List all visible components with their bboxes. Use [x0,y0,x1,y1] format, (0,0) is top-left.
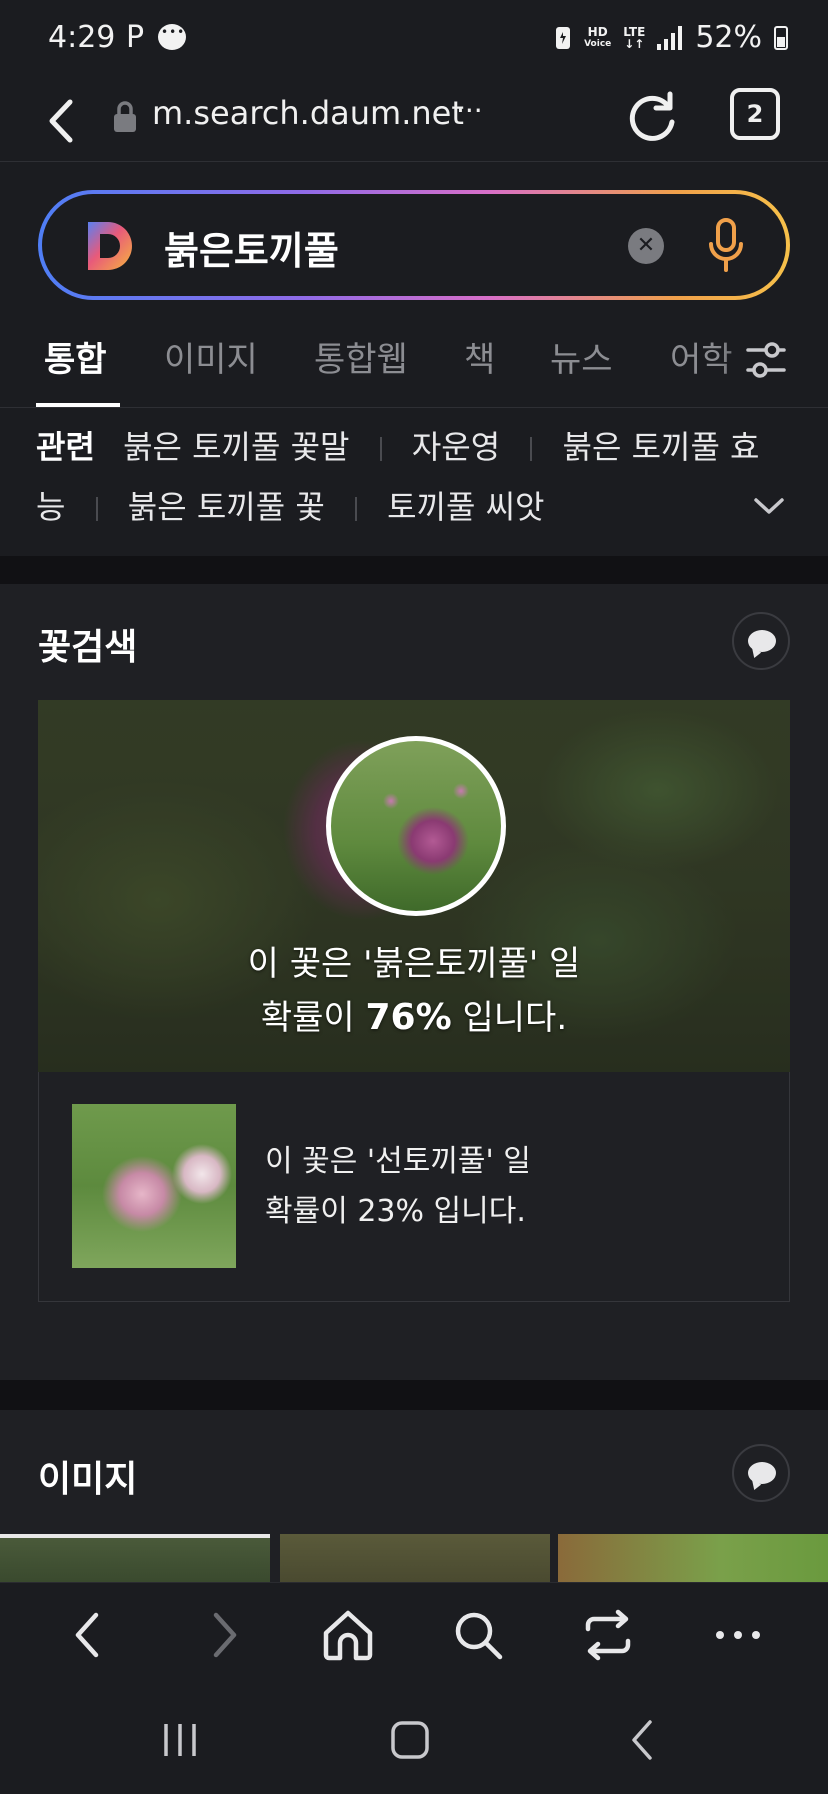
flower-search-card: 꽃검색 이 꽃은 '붉은토끼풀' 일 확률이 76% 입니다. 이 꽃은 '선토… [0,584,828,1380]
feedback-bubble-icon[interactable] [732,612,790,670]
battery-percent: 52% [695,20,762,55]
image-thumbnail[interactable] [0,1534,270,1582]
tab-integrated[interactable]: 통합 [44,332,107,381]
tab-books[interactable]: 책 [464,332,495,381]
related-item[interactable]: 붉은 토끼풀 꽃말 [123,428,349,466]
image-thumbnail[interactable] [280,1534,550,1582]
status-right: HD Voice LTE ↓↑ 52% [554,20,788,55]
system-home-icon[interactable] [386,1716,434,1764]
lte-indicator: LTE ↓↑ [623,24,646,51]
active-tab-underline [36,403,120,407]
image-thumbnail[interactable] [558,1534,828,1582]
search-box[interactable]: 붉은토끼풀 ✕ [38,190,790,300]
chat-notification-icon [158,24,186,50]
tab-count-button[interactable]: 2 [730,88,780,140]
system-back-icon[interactable] [620,1716,668,1764]
battery-icon [774,25,788,50]
hd-voice-indicator: HD Voice [584,24,612,49]
sync-icon [556,26,571,49]
alternate-line-1: 이 꽃은 '선토끼풀' 일 [265,1144,531,1179]
lock-icon [114,101,136,132]
tab-web[interactable]: 통합웹 [314,332,408,381]
filter-settings-icon[interactable] [744,338,788,382]
search-input[interactable]: 붉은토끼풀 [164,220,339,275]
flower-result-image[interactable]: 이 꽃은 '붉은토끼풀' 일 확률이 76% 입니다. [38,700,790,1072]
url-more[interactable]: ··· [456,94,483,127]
alternate-line-2: 확률이 23% 입니다. [265,1194,526,1229]
section-title: 꽃검색 [38,627,138,668]
feedback-bubble-icon[interactable] [732,1444,790,1502]
status-bar: 4:29 P HDVoice LTE↓↑ 52% [0,0,828,80]
result-line-1: 이 꽃은 '붉은토끼풀' 일 [247,944,581,984]
status-time: 4:29 [48,20,116,55]
recent-apps-icon[interactable] [156,1716,204,1764]
related-item[interactable]: 토끼풀 씨앗 [387,488,544,526]
tab-images[interactable]: 이미지 [164,332,258,381]
probability-value: 76% [365,997,452,1038]
flower-photo-circle [326,736,506,916]
browser-url-bar: m.search.daum.net ··· 2 [0,80,828,162]
related-label: 관련 [36,428,95,466]
chevron-down-icon[interactable] [752,494,786,518]
more-menu-icon[interactable] [710,1607,766,1663]
result-line-2: 확률이 76% 입니다. [260,997,568,1038]
url-text[interactable]: m.search.daum.net [152,94,464,132]
reload-icon[interactable] [626,90,678,146]
search-icon[interactable] [450,1607,506,1663]
tab-news[interactable]: 뉴스 [550,332,613,381]
images-section: 이미지 [0,1410,828,1582]
microphone-icon[interactable] [708,218,744,274]
related-item[interactable]: 자운영 [412,428,500,466]
alternate-result[interactable]: 이 꽃은 '선토끼풀' 일 확률이 23% 입니다. [38,1072,790,1302]
daum-logo-icon [88,222,132,270]
browser-toolbar [0,1582,828,1686]
clear-icon[interactable]: ✕ [628,228,664,264]
related-item[interactable]: 붉은 토끼풀 효 [563,428,760,466]
switch-tabs-icon[interactable] [580,1607,636,1663]
related-item[interactable]: 능 [36,488,65,526]
search-tabs: 통합 이미지 통합웹 책 뉴스 어학 [0,320,828,408]
nav-back-icon[interactable] [62,1607,118,1663]
related-searches: 관련 붉은 토끼풀 꽃말 자운영 붉은 토끼풀 효 능 붉은 토끼풀 꽃 토끼풀… [0,408,828,556]
section-title: 이미지 [38,1459,138,1500]
back-arrow-icon[interactable] [40,94,84,148]
nav-forward-icon[interactable] [194,1607,250,1663]
signal-icon [657,25,683,50]
system-navigation-bar [0,1686,828,1794]
related-item[interactable]: 붉은 토끼풀 꽃 [128,488,325,526]
home-icon[interactable] [320,1607,376,1663]
status-p-icon: P [126,20,145,55]
alternate-flower-thumbnail [72,1104,236,1268]
